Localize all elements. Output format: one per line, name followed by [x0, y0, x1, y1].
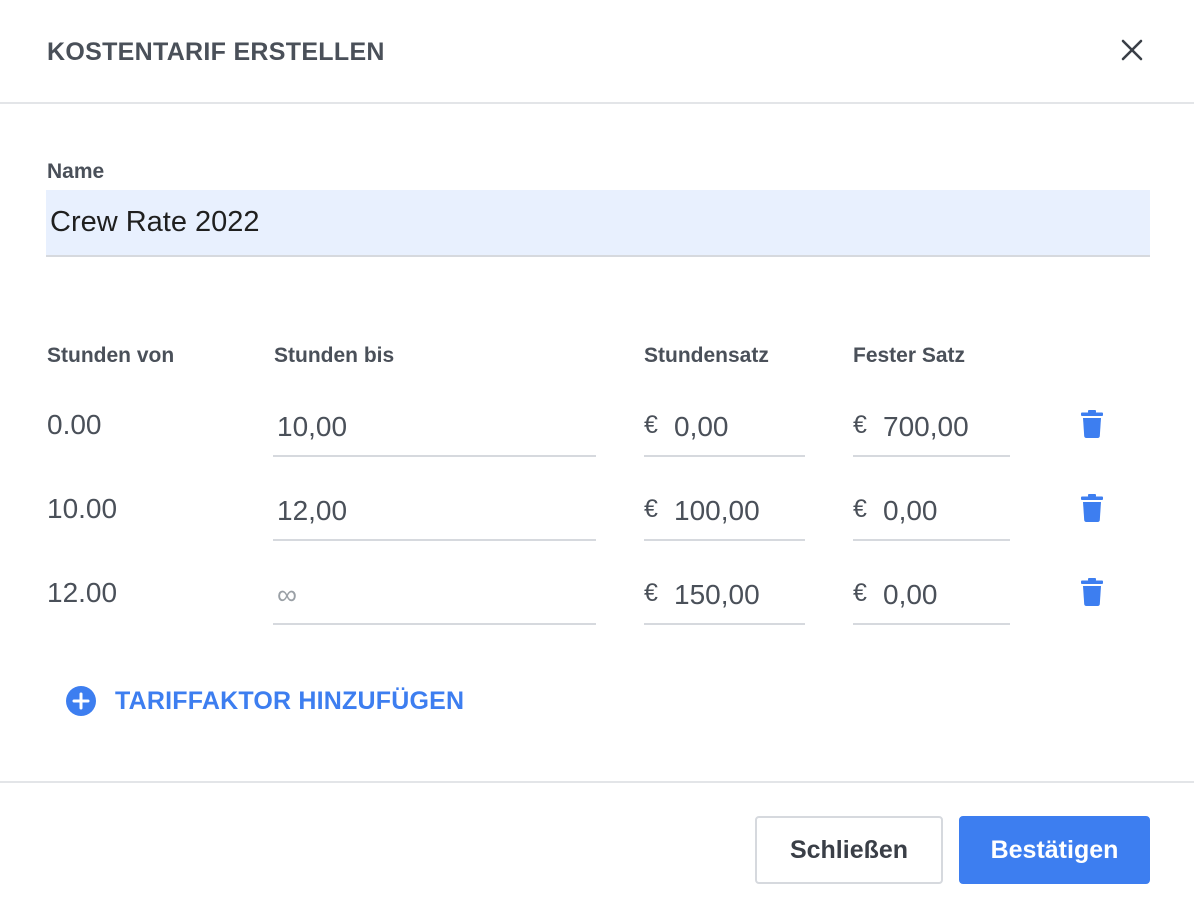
trash-icon — [1081, 410, 1103, 438]
hourly-rate-input[interactable] — [644, 399, 805, 455]
add-rate-factor-button[interactable]: TARIFFAKTOR HINZUFÜGEN — [66, 684, 464, 718]
column-header-hourly-rate: Stundensatz — [644, 344, 769, 367]
close-button[interactable] — [1114, 32, 1150, 68]
hourly-rate-field: € — [644, 399, 805, 457]
hours-to-field — [273, 483, 596, 541]
hours-to-input[interactable] — [273, 483, 596, 539]
dialog-title: KOSTENTARIF ERSTELLEN — [47, 38, 385, 66]
plus-circle-icon — [66, 686, 96, 716]
hourly-rate-input[interactable] — [644, 483, 805, 539]
confirm-button[interactable]: Bestätigen — [959, 816, 1150, 884]
trash-icon — [1081, 494, 1103, 522]
trash-icon — [1081, 578, 1103, 606]
fixed-rate-field: € — [853, 567, 1010, 625]
create-cost-rate-dialog: KOSTENTARIF ERSTELLEN Name Stunden von S… — [0, 0, 1194, 914]
delete-row-button[interactable] — [1081, 410, 1103, 438]
dialog-header: KOSTENTARIF ERSTELLEN — [0, 0, 1194, 104]
hourly-rate-field: € — [644, 567, 805, 625]
hours-from-value: 10.00 — [47, 493, 118, 524]
delete-row-button[interactable] — [1081, 494, 1103, 522]
fixed-rate-input[interactable] — [853, 399, 1010, 455]
close-icon — [1121, 39, 1143, 61]
fixed-rate-input[interactable] — [853, 567, 1010, 623]
add-rate-factor-label: TARIFFAKTOR HINZUFÜGEN — [115, 686, 465, 715]
hours-to-field — [273, 399, 596, 457]
column-header-fixed-rate: Fester Satz — [853, 344, 966, 367]
footer-divider — [0, 781, 1194, 783]
hours-from-value: 0.00 — [47, 409, 102, 440]
name-label: Name — [47, 160, 105, 183]
fixed-rate-field: € — [853, 483, 1010, 541]
column-header-hours-from: Stunden von — [47, 344, 175, 367]
hourly-rate-field: € — [644, 483, 805, 541]
hours-to-field — [273, 567, 596, 625]
fixed-rate-field: € — [853, 399, 1010, 457]
hours-to-input[interactable] — [273, 399, 596, 455]
column-header-hours-to: Stunden bis — [274, 344, 395, 367]
hourly-rate-input[interactable] — [644, 567, 805, 623]
name-input[interactable] — [46, 190, 1150, 257]
hours-to-input[interactable] — [273, 567, 596, 623]
delete-row-button[interactable] — [1081, 578, 1103, 606]
cancel-button[interactable]: Schließen — [755, 816, 943, 884]
hours-from-value: 12.00 — [47, 577, 118, 608]
fixed-rate-input[interactable] — [853, 483, 1010, 539]
